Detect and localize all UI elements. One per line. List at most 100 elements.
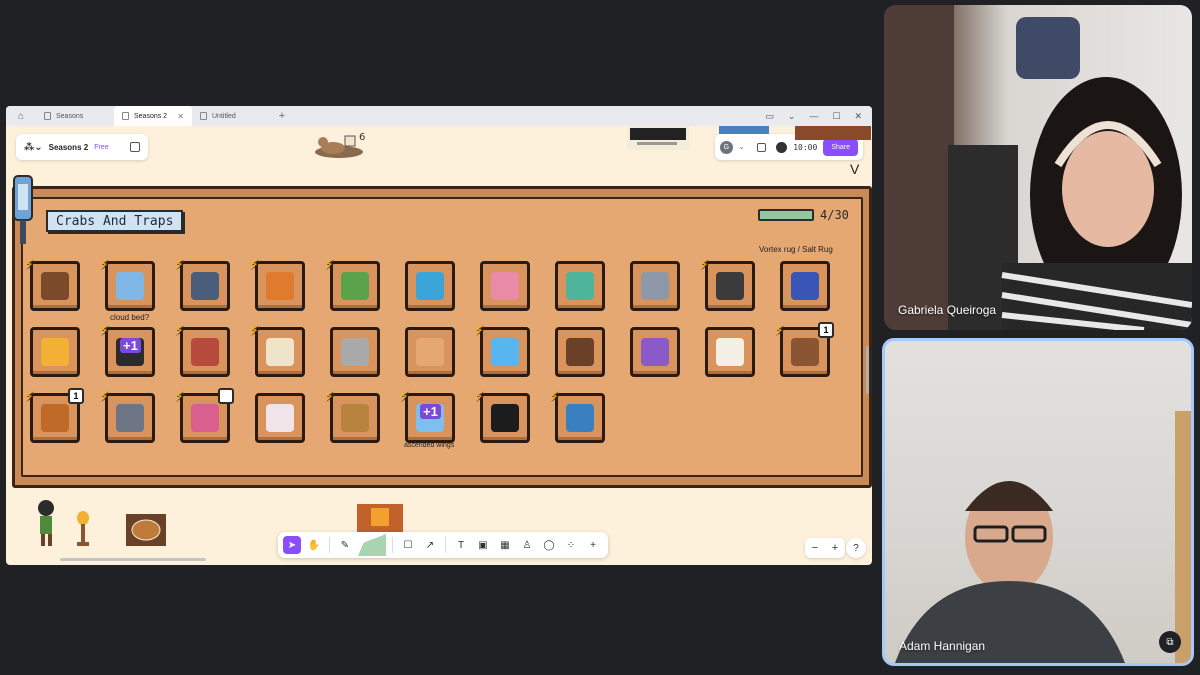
collection-slot[interactable]: ⚡ 1: [24, 388, 84, 443]
collection-slot[interactable]: [705, 327, 755, 377]
mustache-chef-icon: [566, 338, 594, 366]
connector-tool-icon[interactable]: ↗: [421, 536, 439, 554]
chevron-down-icon[interactable]: ⌄: [788, 111, 796, 122]
pages-icon[interactable]: [130, 142, 140, 152]
shape-tool-icon[interactable]: ☐: [399, 536, 417, 554]
video-frame: [884, 5, 1192, 330]
collection-slot[interactable]: ⚡: [99, 256, 155, 311]
collection-slot[interactable]: ⚡: [249, 256, 305, 311]
horizontal-scrollbar[interactable]: [60, 558, 206, 561]
chevron-down-icon[interactable]: ⌄: [739, 143, 745, 151]
add-more-icon[interactable]: +: [584, 536, 602, 554]
certificate-sticker-icon[interactable]: [627, 126, 689, 150]
comment-tool-icon[interactable]: ◯: [540, 536, 558, 554]
document-menu[interactable]: ⁂⌄ Seasons 2 Free: [16, 134, 148, 160]
plan-badge: Free: [94, 143, 109, 151]
text-tool-icon[interactable]: T: [452, 536, 470, 554]
collection-slot[interactable]: ⚡: [324, 256, 380, 311]
stamp-tool-icon[interactable]: ♙: [518, 536, 536, 554]
layout-icon[interactable]: [756, 142, 767, 152]
collection-slot[interactable]: ⚡ +1: [399, 388, 455, 443]
note-vortex-rug[interactable]: Vortex rug / Salt Rug: [759, 245, 833, 254]
collection-slot[interactable]: [555, 261, 605, 311]
tab-seasons-2[interactable]: Seasons 2 ✕: [114, 106, 192, 126]
figma-logo-icon[interactable]: ⁂⌄: [24, 142, 43, 153]
collection-slot[interactable]: [630, 261, 680, 311]
collection-slot[interactable]: [480, 261, 530, 311]
hand-tool-icon[interactable]: ✋: [305, 536, 323, 554]
collection-slot[interactable]: [30, 327, 80, 377]
collection-slot[interactable]: ⚡: [99, 388, 155, 443]
lightning-bolt-icon: ⚡: [324, 256, 334, 272]
section-tool-icon[interactable]: ▣: [474, 536, 492, 554]
wood-wall-icon: [791, 338, 819, 366]
participant-video-adam[interactable]: Adam Hannigan ⧉: [882, 338, 1194, 666]
collection-slot[interactable]: [405, 327, 455, 377]
home-icon[interactable]: ⌂: [6, 106, 36, 126]
zoom-in-button[interactable]: +: [832, 542, 838, 554]
collection-slot[interactable]: ⚡ 1: [774, 322, 834, 377]
help-button[interactable]: ?: [846, 538, 866, 558]
count-badge: 1: [68, 388, 84, 404]
document-name[interactable]: Seasons 2: [49, 143, 89, 152]
collection-slot[interactable]: ⚡: [474, 322, 530, 377]
close-window-icon[interactable]: ✕: [854, 111, 862, 122]
minimize-icon[interactable]: —: [809, 111, 818, 122]
picture-in-picture-icon[interactable]: ⧉: [1159, 631, 1181, 653]
lava-sticker-icon[interactable]: [357, 504, 403, 532]
otter-sticker-icon[interactable]: 6: [311, 126, 371, 164]
collection-slot[interactable]: ⚡ +1: [99, 322, 155, 377]
lightning-bolt-icon: ⚡: [774, 322, 784, 338]
plus-one-badge: +1: [420, 404, 441, 419]
timer[interactable]: 10:00: [793, 143, 817, 152]
collection-slot[interactable]: ⚡: [24, 256, 80, 311]
collection-slot[interactable]: ⚡: [324, 388, 380, 443]
golden-lamp-icon: [41, 338, 69, 366]
pen-tool-icon[interactable]: ✎: [336, 536, 354, 554]
share-button[interactable]: Share: [823, 138, 858, 156]
collection-slot[interactable]: ⚡: [249, 322, 305, 377]
avatar[interactable]: G: [720, 140, 733, 154]
collection-slot[interactable]: ⚡: [549, 388, 605, 443]
collection-slot[interactable]: ⚡: [699, 256, 755, 311]
collection-slot[interactable]: ⚡: [174, 388, 234, 443]
close-tab-icon[interactable]: ✕: [177, 112, 184, 121]
select-tool-icon[interactable]: ➤: [283, 536, 301, 554]
demon-beast-icon: [716, 272, 744, 300]
sticker-strip-icon: [719, 126, 769, 134]
note-ascended-wings[interactable]: ascended wings: [404, 442, 454, 449]
zoom-out-button[interactable]: −: [812, 542, 818, 554]
tab-untitled[interactable]: Untitled: [192, 106, 270, 126]
table-tool-icon[interactable]: ▦: [496, 536, 514, 554]
voice-avatar-icon[interactable]: [776, 141, 788, 153]
torch-sticker-icon[interactable]: [72, 510, 94, 548]
collection-slot[interactable]: ⚡: [174, 256, 230, 311]
maximize-icon[interactable]: ☐: [832, 111, 840, 122]
collection-slot[interactable]: [780, 261, 830, 311]
rug-sticker-icon[interactable]: [126, 514, 166, 546]
lightning-bolt-icon: ⚡: [24, 256, 34, 272]
vertical-scrollbar[interactable]: [866, 346, 869, 394]
white-throne-icon: [266, 338, 294, 366]
document-icon: [122, 112, 129, 120]
collection-slot[interactable]: [555, 327, 605, 377]
lightning-bolt-icon: ⚡: [324, 388, 334, 404]
tab-seasons[interactable]: Seasons: [36, 106, 114, 126]
collection-slot[interactable]: [255, 393, 305, 443]
participant-video-gabriela[interactable]: Gabriela Queiroga: [884, 5, 1192, 330]
collection-slot[interactable]: [330, 327, 380, 377]
widgets-tool-icon[interactable]: ⁘: [562, 536, 580, 554]
collection-slot[interactable]: [405, 261, 455, 311]
collection-slot[interactable]: [630, 327, 680, 377]
character-sticker-icon[interactable]: [30, 498, 64, 548]
note-cloud-bed[interactable]: cloud bed?: [110, 313, 149, 322]
robot-helmet-icon: [191, 272, 219, 300]
collection-slot[interactable]: ⚡: [474, 388, 530, 443]
lightning-bolt-icon: ⚡: [99, 256, 109, 272]
sticker-strip-icon: [795, 126, 871, 140]
lightning-bolt-icon: ⚡: [474, 322, 484, 338]
new-tab-icon[interactable]: +: [270, 110, 294, 122]
marker-tool-icon[interactable]: [358, 534, 386, 556]
collection-slot[interactable]: ⚡: [174, 322, 230, 377]
tabs-overview-icon[interactable]: ▭: [765, 111, 774, 122]
